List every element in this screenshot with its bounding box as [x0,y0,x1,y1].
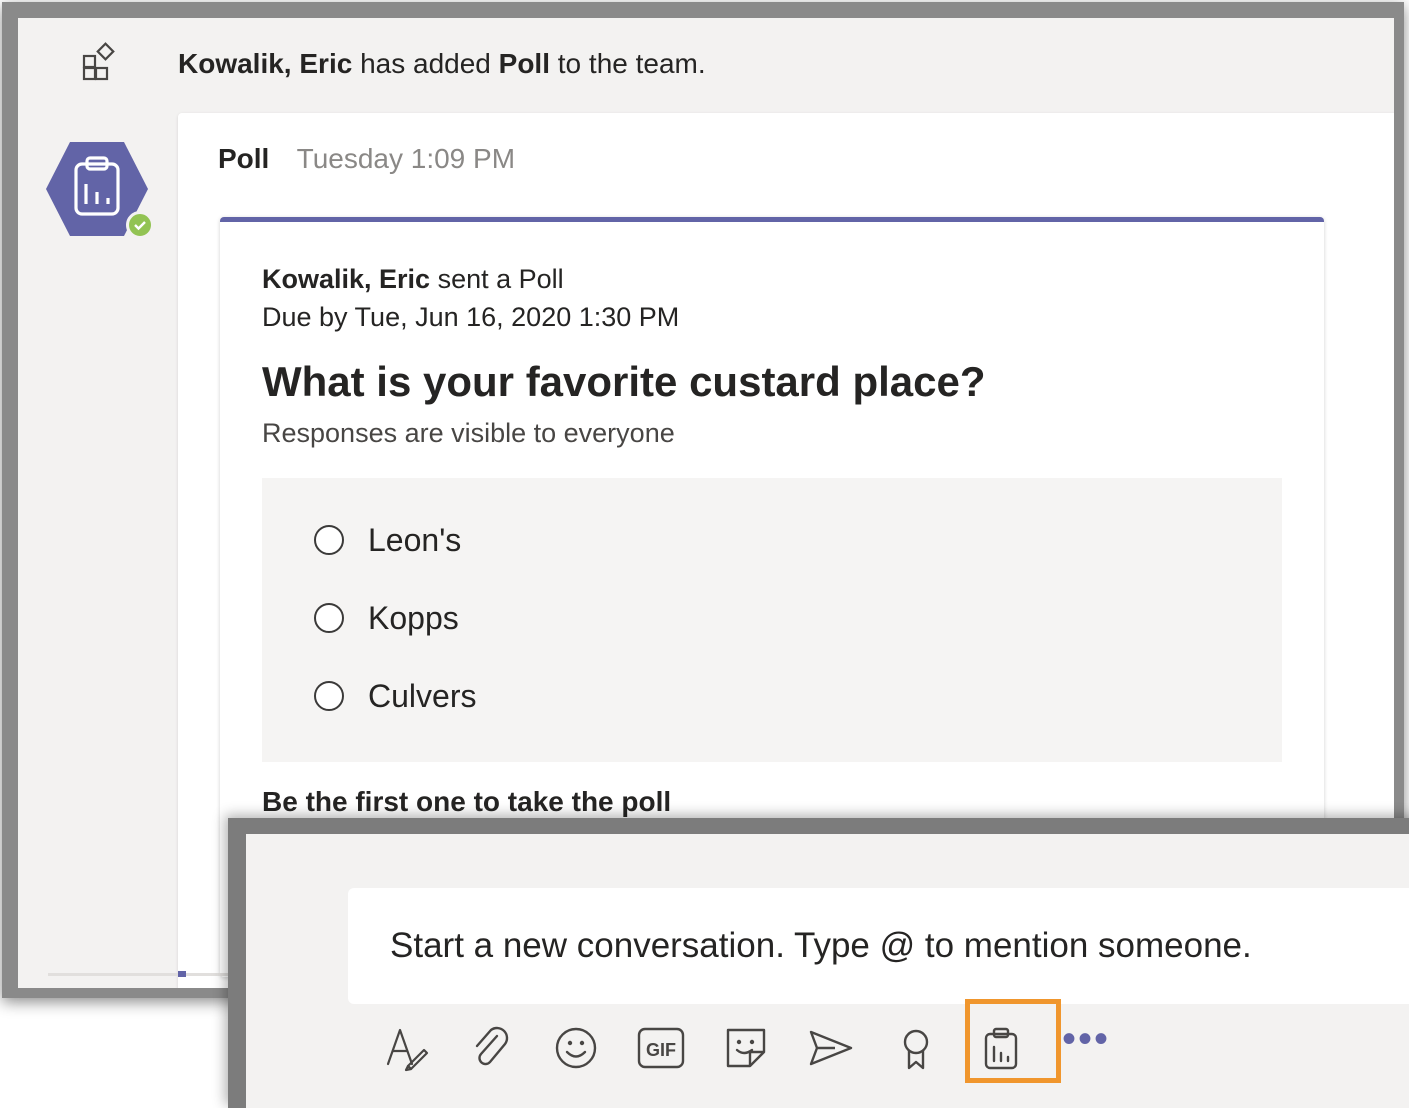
system-message-text: Kowalik, Eric has added Poll to the team… [178,48,706,80]
poll-author: Kowalik, Eric [262,264,431,294]
gif-icon: GIF [637,1027,685,1069]
compose-box[interactable] [348,888,1409,1004]
presence-available-icon [126,211,154,239]
poll-sent-line: Kowalik, Eric sent a Poll [262,264,564,295]
gif-button[interactable]: GIF [631,1017,691,1079]
emoji-button[interactable] [546,1017,606,1079]
sticker-button[interactable] [716,1017,776,1079]
emoji-icon [555,1027,597,1069]
more-options-button[interactable]: ••• [1056,1017,1116,1079]
poll-option[interactable]: Culvers [314,676,476,716]
radio-button[interactable] [314,681,344,711]
poll-sent-text: sent a Poll [437,264,564,294]
format-icon [386,1028,429,1072]
poll-options: Leon's Kopps Culvers [262,478,1282,762]
poll-call-to-action: Be the first one to take the poll [262,786,672,817]
sticker-icon [726,1028,766,1068]
meet-now-button[interactable] [801,1017,861,1079]
poll-due-date: Due by Tue, Jun 16, 2020 1:30 PM [262,302,680,332]
attach-button[interactable] [461,1017,521,1079]
poll-option-label: Kopps [368,599,459,636]
praise-icon [903,1029,929,1070]
attach-icon [475,1026,509,1066]
poll-question: What is your favorite custard place? [262,358,986,405]
apps-icon [82,42,115,81]
poll-highlight-box [965,999,1061,1083]
format-button[interactable] [376,1017,436,1079]
message-timestamp: Tuesday 1:09 PM [296,143,516,174]
system-message-app: Poll [498,48,550,79]
system-message-actor: Kowalik, Eric [178,48,353,79]
compose-input[interactable] [348,888,1409,1004]
scrollbar-thumb[interactable] [178,971,186,977]
system-message-action: has added [360,48,491,79]
message-header: Poll Tuesday 1:09 PM [218,143,515,175]
more-icon: ••• [1061,1017,1110,1061]
poll-visibility-note: Responses are visible to everyone [262,418,675,448]
praise-button[interactable] [886,1017,946,1079]
system-message-suffix: to the team. [557,48,706,79]
poll-option-label: Culvers [368,677,477,714]
compose-window: GIF [228,818,1409,1108]
gif-label: GIF [646,1040,676,1060]
radio-button[interactable] [314,603,344,633]
system-message: Kowalik, Eric has added Poll to the team… [18,40,1394,96]
poll-option[interactable]: Leon's [314,520,461,560]
message-sender[interactable]: Poll [218,143,269,174]
radio-button[interactable] [314,525,344,555]
send-icon [809,1030,853,1066]
poll-option-label: Leon's [368,521,462,558]
poll-option[interactable]: Kopps [314,598,459,638]
